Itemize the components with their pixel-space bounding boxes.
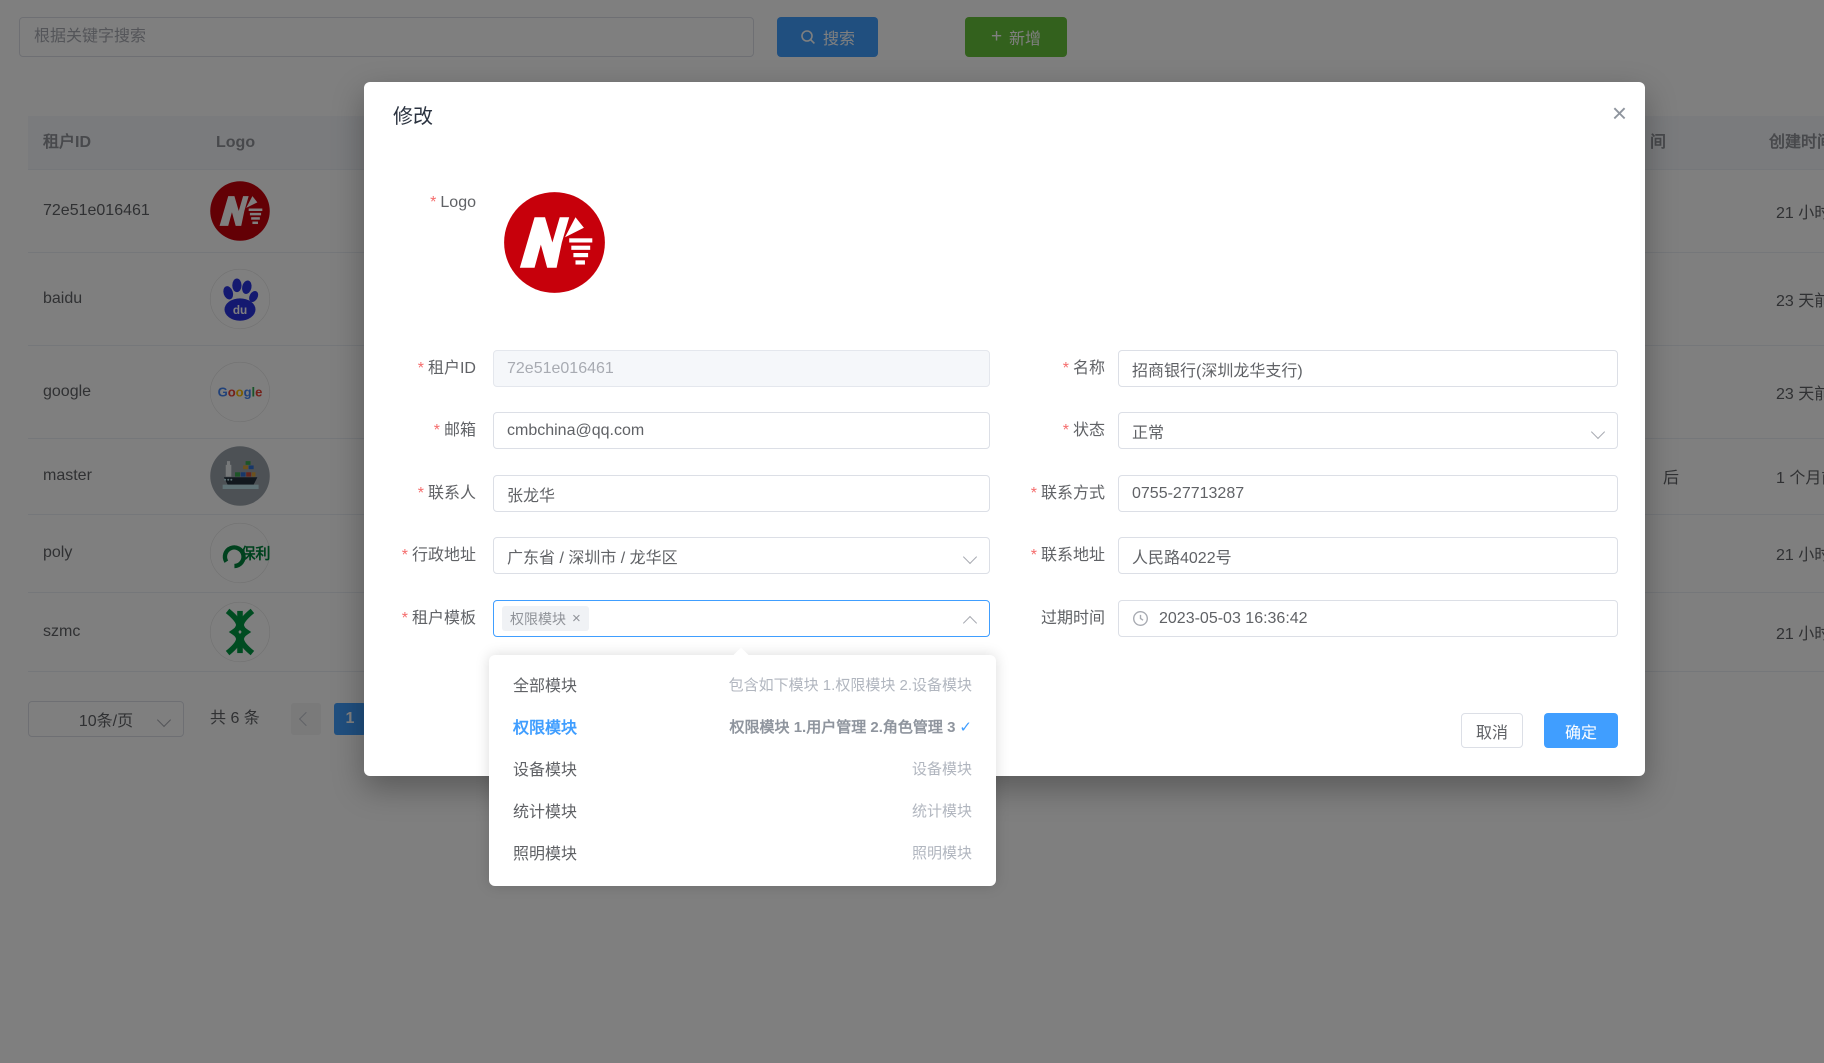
chevron-up-icon xyxy=(963,616,977,630)
template-multiselect[interactable]: 权限模块 × xyxy=(493,600,990,637)
expire-datetime-picker[interactable]: 2023-05-03 16:36:42 xyxy=(1118,600,1618,637)
tag-close-icon[interactable]: × xyxy=(572,611,581,626)
email-field[interactable] xyxy=(493,412,990,449)
dropdown-option-statistics[interactable]: 统计模块 统计模块 xyxy=(489,789,996,831)
address-field[interactable] xyxy=(1118,537,1618,574)
field-label-contact: *联系人 xyxy=(364,475,476,512)
field-label-region: *行政地址 xyxy=(364,537,476,574)
status-select[interactable]: 正常 xyxy=(1118,412,1618,449)
clock-icon xyxy=(1132,610,1149,627)
chevron-down-icon xyxy=(1591,425,1605,439)
dropdown-option-all[interactable]: 全部模块 包含如下模块 1.权限模块 2.设备模块 xyxy=(489,663,996,705)
dropdown-option-lighting[interactable]: 照明模块 照明模块 xyxy=(489,831,996,873)
cancel-button[interactable]: 取消 xyxy=(1461,713,1523,748)
confirm-button-label: 确定 xyxy=(1565,719,1597,743)
contact-field[interactable] xyxy=(493,475,990,512)
phone-field[interactable] xyxy=(1118,475,1618,512)
check-icon: ✓ xyxy=(959,719,972,736)
region-value: 广东省 / 深圳市 / 龙华区 xyxy=(507,544,678,568)
cancel-button-label: 取消 xyxy=(1476,719,1508,743)
confirm-button[interactable]: 确定 xyxy=(1544,713,1618,748)
status-value: 正常 xyxy=(1132,419,1164,443)
field-label-phone: *联系方式 xyxy=(989,475,1105,512)
required-mark: * xyxy=(430,194,436,211)
field-label-tenant-id: *租户ID xyxy=(364,350,476,387)
cmb-logo-icon xyxy=(502,190,607,295)
field-label-name: *名称 xyxy=(989,350,1105,387)
template-dropdown: 全部模块 包含如下模块 1.权限模块 2.设备模块 权限模块 权限模块 1.用户… xyxy=(489,655,996,886)
dropdown-option-permission[interactable]: 权限模块 权限模块 1.用户管理 2.角色管理 3✓ xyxy=(489,705,996,747)
field-label-expire: 过期时间 xyxy=(989,600,1105,637)
field-label-address: *联系地址 xyxy=(989,537,1105,574)
tenant-id-field[interactable] xyxy=(493,350,990,387)
close-icon[interactable]: × xyxy=(1612,100,1627,126)
template-tag-label: 权限模块 xyxy=(510,609,566,629)
field-label-logo: *Logo xyxy=(364,194,476,212)
field-label-template: *租户模板 xyxy=(364,600,476,637)
template-tag: 权限模块 × xyxy=(502,606,589,631)
region-cascader[interactable]: 广东省 / 深圳市 / 龙华区 xyxy=(493,537,990,574)
chevron-down-icon xyxy=(963,550,977,564)
dropdown-option-device[interactable]: 设备模块 设备模块 xyxy=(489,747,996,789)
logo-upload[interactable] xyxy=(502,190,607,300)
field-label-email: *邮箱 xyxy=(364,412,476,449)
name-field[interactable] xyxy=(1118,350,1618,387)
field-label-status: *状态 xyxy=(989,412,1105,449)
expire-value: 2023-05-03 16:36:42 xyxy=(1159,610,1308,628)
dialog-title: 修改 xyxy=(393,100,433,129)
